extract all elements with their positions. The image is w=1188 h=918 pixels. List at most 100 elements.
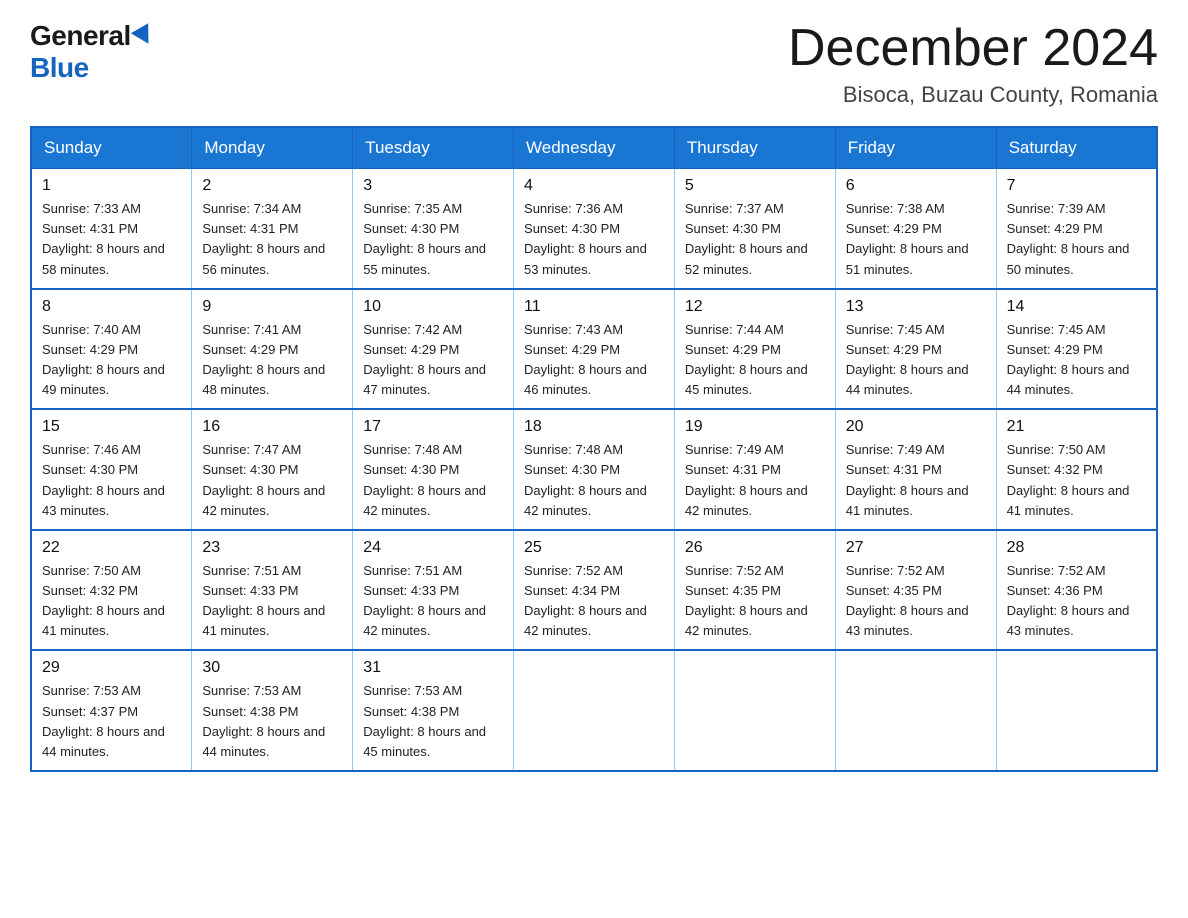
day-number: 27 <box>846 539 986 557</box>
day-info: Sunrise: 7:51 AMSunset: 4:33 PMDaylight:… <box>363 563 486 638</box>
day-info: Sunrise: 7:39 AMSunset: 4:29 PMDaylight:… <box>1007 201 1130 276</box>
day-number: 29 <box>42 659 181 677</box>
calendar-cell: 13 Sunrise: 7:45 AMSunset: 4:29 PMDaylig… <box>835 289 996 410</box>
day-info: Sunrise: 7:38 AMSunset: 4:29 PMDaylight:… <box>846 201 969 276</box>
day-info: Sunrise: 7:42 AMSunset: 4:29 PMDaylight:… <box>363 322 486 397</box>
calendar-cell: 11 Sunrise: 7:43 AMSunset: 4:29 PMDaylig… <box>514 289 675 410</box>
calendar-cell: 21 Sunrise: 7:50 AMSunset: 4:32 PMDaylig… <box>996 409 1157 530</box>
calendar-cell: 10 Sunrise: 7:42 AMSunset: 4:29 PMDaylig… <box>353 289 514 410</box>
header-day-wednesday: Wednesday <box>514 127 675 169</box>
logo-blue-text: Blue <box>30 52 89 84</box>
calendar-cell: 18 Sunrise: 7:48 AMSunset: 4:30 PMDaylig… <box>514 409 675 530</box>
calendar-cell <box>996 650 1157 771</box>
calendar-cell: 8 Sunrise: 7:40 AMSunset: 4:29 PMDayligh… <box>31 289 192 410</box>
calendar-cell: 31 Sunrise: 7:53 AMSunset: 4:38 PMDaylig… <box>353 650 514 771</box>
header-day-sunday: Sunday <box>31 127 192 169</box>
day-info: Sunrise: 7:36 AMSunset: 4:30 PMDaylight:… <box>524 201 647 276</box>
calendar-cell: 26 Sunrise: 7:52 AMSunset: 4:35 PMDaylig… <box>674 530 835 651</box>
day-number: 24 <box>363 539 503 557</box>
calendar-cell: 30 Sunrise: 7:53 AMSunset: 4:38 PMDaylig… <box>192 650 353 771</box>
page-header: General Blue December 2024 Bisoca, Buzau… <box>30 20 1158 108</box>
day-number: 12 <box>685 298 825 316</box>
calendar-cell: 1 Sunrise: 7:33 AMSunset: 4:31 PMDayligh… <box>31 169 192 289</box>
calendar-cell: 25 Sunrise: 7:52 AMSunset: 4:34 PMDaylig… <box>514 530 675 651</box>
calendar-cell: 29 Sunrise: 7:53 AMSunset: 4:37 PMDaylig… <box>31 650 192 771</box>
header-day-thursday: Thursday <box>674 127 835 169</box>
day-info: Sunrise: 7:47 AMSunset: 4:30 PMDaylight:… <box>202 442 325 517</box>
day-info: Sunrise: 7:53 AMSunset: 4:38 PMDaylight:… <box>363 683 486 758</box>
day-number: 21 <box>1007 418 1146 436</box>
day-number: 6 <box>846 177 986 195</box>
day-number: 3 <box>363 177 503 195</box>
day-number: 18 <box>524 418 664 436</box>
day-info: Sunrise: 7:50 AMSunset: 4:32 PMDaylight:… <box>42 563 165 638</box>
day-info: Sunrise: 7:50 AMSunset: 4:32 PMDaylight:… <box>1007 442 1130 517</box>
calendar-table: SundayMondayTuesdayWednesdayThursdayFrid… <box>30 126 1158 772</box>
calendar-cell: 4 Sunrise: 7:36 AMSunset: 4:30 PMDayligh… <box>514 169 675 289</box>
header-day-saturday: Saturday <box>996 127 1157 169</box>
day-number: 19 <box>685 418 825 436</box>
calendar-cell: 5 Sunrise: 7:37 AMSunset: 4:30 PMDayligh… <box>674 169 835 289</box>
day-number: 31 <box>363 659 503 677</box>
day-info: Sunrise: 7:48 AMSunset: 4:30 PMDaylight:… <box>524 442 647 517</box>
day-number: 11 <box>524 298 664 316</box>
day-info: Sunrise: 7:51 AMSunset: 4:33 PMDaylight:… <box>202 563 325 638</box>
day-info: Sunrise: 7:34 AMSunset: 4:31 PMDaylight:… <box>202 201 325 276</box>
day-info: Sunrise: 7:43 AMSunset: 4:29 PMDaylight:… <box>524 322 647 397</box>
day-number: 13 <box>846 298 986 316</box>
calendar-cell: 14 Sunrise: 7:45 AMSunset: 4:29 PMDaylig… <box>996 289 1157 410</box>
day-info: Sunrise: 7:52 AMSunset: 4:34 PMDaylight:… <box>524 563 647 638</box>
day-info: Sunrise: 7:49 AMSunset: 4:31 PMDaylight:… <box>685 442 808 517</box>
logo-triangle-icon <box>131 23 157 49</box>
title-section: December 2024 Bisoca, Buzau County, Roma… <box>788 20 1158 108</box>
calendar-cell: 20 Sunrise: 7:49 AMSunset: 4:31 PMDaylig… <box>835 409 996 530</box>
day-number: 1 <box>42 177 181 195</box>
day-info: Sunrise: 7:53 AMSunset: 4:38 PMDaylight:… <box>202 683 325 758</box>
header-row: SundayMondayTuesdayWednesdayThursdayFrid… <box>31 127 1157 169</box>
week-row-1: 1 Sunrise: 7:33 AMSunset: 4:31 PMDayligh… <box>31 169 1157 289</box>
day-number: 16 <box>202 418 342 436</box>
day-number: 22 <box>42 539 181 557</box>
day-info: Sunrise: 7:45 AMSunset: 4:29 PMDaylight:… <box>1007 322 1130 397</box>
day-number: 23 <box>202 539 342 557</box>
day-info: Sunrise: 7:37 AMSunset: 4:30 PMDaylight:… <box>685 201 808 276</box>
day-number: 30 <box>202 659 342 677</box>
header-day-friday: Friday <box>835 127 996 169</box>
day-info: Sunrise: 7:49 AMSunset: 4:31 PMDaylight:… <box>846 442 969 517</box>
calendar-cell: 15 Sunrise: 7:46 AMSunset: 4:30 PMDaylig… <box>31 409 192 530</box>
day-info: Sunrise: 7:35 AMSunset: 4:30 PMDaylight:… <box>363 201 486 276</box>
calendar-cell: 17 Sunrise: 7:48 AMSunset: 4:30 PMDaylig… <box>353 409 514 530</box>
day-info: Sunrise: 7:52 AMSunset: 4:35 PMDaylight:… <box>846 563 969 638</box>
calendar-cell: 24 Sunrise: 7:51 AMSunset: 4:33 PMDaylig… <box>353 530 514 651</box>
header-day-tuesday: Tuesday <box>353 127 514 169</box>
calendar-cell: 2 Sunrise: 7:34 AMSunset: 4:31 PMDayligh… <box>192 169 353 289</box>
day-info: Sunrise: 7:52 AMSunset: 4:35 PMDaylight:… <box>685 563 808 638</box>
day-number: 26 <box>685 539 825 557</box>
week-row-2: 8 Sunrise: 7:40 AMSunset: 4:29 PMDayligh… <box>31 289 1157 410</box>
calendar-cell: 6 Sunrise: 7:38 AMSunset: 4:29 PMDayligh… <box>835 169 996 289</box>
day-info: Sunrise: 7:44 AMSunset: 4:29 PMDaylight:… <box>685 322 808 397</box>
day-number: 9 <box>202 298 342 316</box>
day-number: 4 <box>524 177 664 195</box>
calendar-cell: 7 Sunrise: 7:39 AMSunset: 4:29 PMDayligh… <box>996 169 1157 289</box>
calendar-cell: 23 Sunrise: 7:51 AMSunset: 4:33 PMDaylig… <box>192 530 353 651</box>
calendar-cell: 27 Sunrise: 7:52 AMSunset: 4:35 PMDaylig… <box>835 530 996 651</box>
header-day-monday: Monday <box>192 127 353 169</box>
day-number: 8 <box>42 298 181 316</box>
calendar-cell <box>835 650 996 771</box>
day-number: 28 <box>1007 539 1146 557</box>
day-number: 7 <box>1007 177 1146 195</box>
logo: General Blue <box>30 20 154 84</box>
calendar-cell: 22 Sunrise: 7:50 AMSunset: 4:32 PMDaylig… <box>31 530 192 651</box>
calendar-cell: 19 Sunrise: 7:49 AMSunset: 4:31 PMDaylig… <box>674 409 835 530</box>
day-info: Sunrise: 7:46 AMSunset: 4:30 PMDaylight:… <box>42 442 165 517</box>
day-number: 17 <box>363 418 503 436</box>
day-info: Sunrise: 7:48 AMSunset: 4:30 PMDaylight:… <box>363 442 486 517</box>
day-number: 5 <box>685 177 825 195</box>
location-title: Bisoca, Buzau County, Romania <box>788 82 1158 108</box>
day-info: Sunrise: 7:33 AMSunset: 4:31 PMDaylight:… <box>42 201 165 276</box>
day-number: 14 <box>1007 298 1146 316</box>
week-row-4: 22 Sunrise: 7:50 AMSunset: 4:32 PMDaylig… <box>31 530 1157 651</box>
day-info: Sunrise: 7:45 AMSunset: 4:29 PMDaylight:… <box>846 322 969 397</box>
calendar-cell: 9 Sunrise: 7:41 AMSunset: 4:29 PMDayligh… <box>192 289 353 410</box>
